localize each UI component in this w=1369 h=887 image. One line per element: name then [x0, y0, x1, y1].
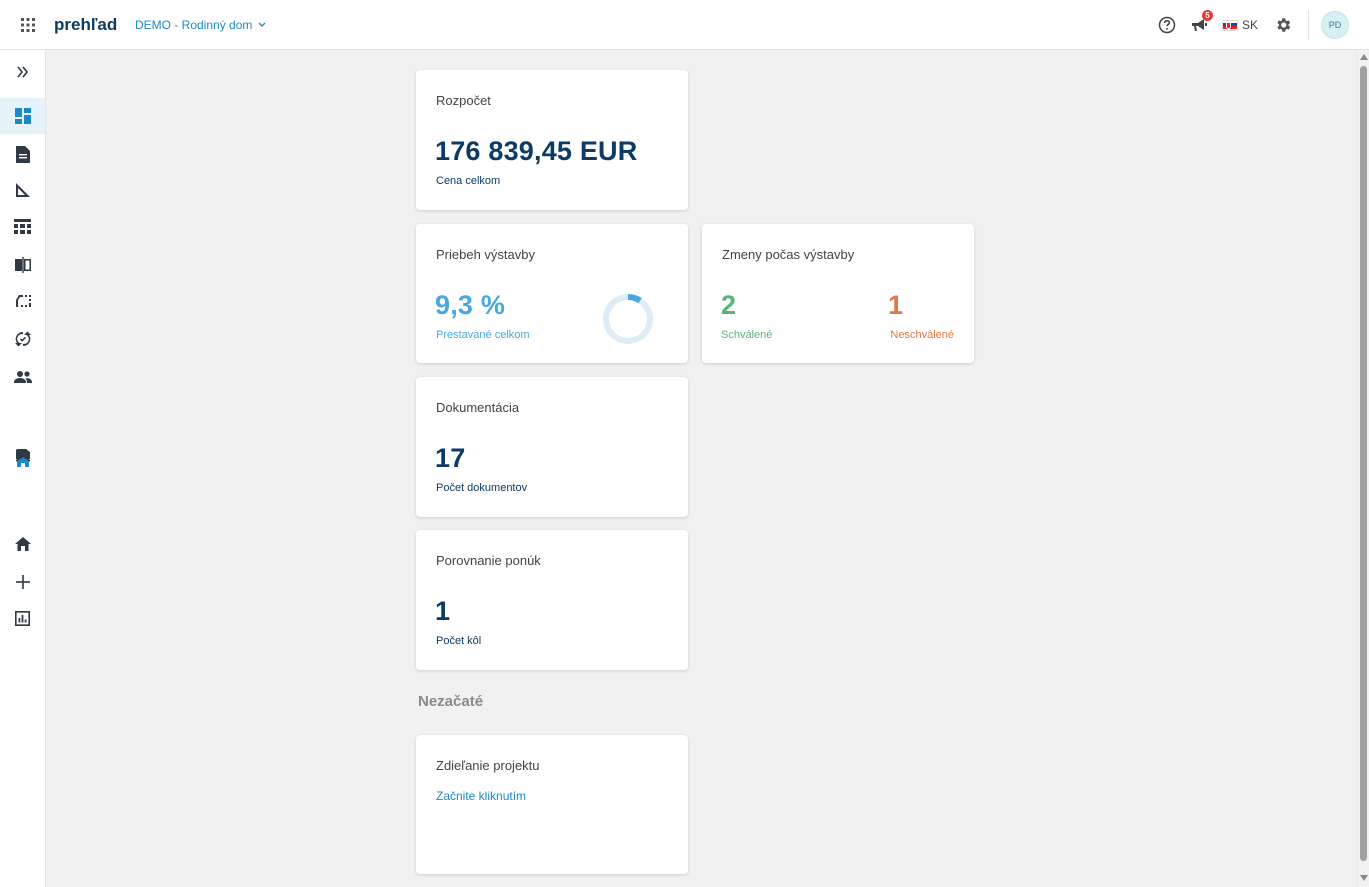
approved-changes-label: Schválené	[721, 329, 773, 341]
documents-count-label: Počet dokumentov	[436, 482, 528, 494]
budget-card[interactable]: Rozpočet 176 839,45 EUR Cena celkom	[416, 70, 688, 210]
building-icon	[15, 449, 30, 467]
changes-card-title: Zmeny počas výstavby	[722, 247, 855, 262]
gear-icon	[1277, 18, 1291, 32]
sidebar-item-dashboard[interactable]	[0, 98, 45, 134]
project-sharing-card[interactable]: Zdieľanie projektu Začnite kliknutím	[416, 735, 688, 874]
progress-value: 9,3 %	[435, 290, 506, 320]
progress-donut-chart	[603, 294, 653, 344]
progress-card-title: Priebeh výstavby	[436, 247, 535, 262]
budget-total-value: 176 839,45 EUR	[435, 136, 638, 166]
sync-icon	[14, 331, 31, 347]
chevrons-right-icon	[16, 66, 28, 78]
sidebar-item-home[interactable]	[0, 526, 45, 562]
progress-card[interactable]: Priebeh výstavby 9,3 % Prestavané celkom	[416, 224, 688, 363]
notification-badge: 5	[1201, 10, 1213, 21]
page-scrollbar[interactable]	[1356, 50, 1369, 887]
rejected-changes-label: Neschválené	[890, 329, 954, 341]
top-right-toolbar: 5 SK PD	[1156, 0, 1369, 50]
documents-count-value: 17	[435, 443, 466, 473]
project-selector[interactable]: DEMO - Rodinný dom	[135, 18, 266, 32]
sidebar-item-people[interactable]	[0, 359, 45, 395]
sidebar-item-compare[interactable]	[0, 247, 45, 283]
sidebar-expand-button[interactable]	[0, 54, 45, 90]
top-bar: prehľad DEMO - Rodinný dom 5 SK PD	[0, 0, 1369, 50]
language-code: SK	[1241, 18, 1258, 32]
brand-title: prehľad	[54, 15, 118, 34]
crop-icon	[15, 295, 31, 307]
documentation-card[interactable]: Dokumentácia 17 Počet dokumentov	[416, 377, 688, 517]
rounds-count-label: Počet kôl	[436, 635, 482, 647]
approved-changes-value: 2	[721, 290, 737, 320]
sidebar-item-add[interactable]	[0, 564, 45, 600]
sidebar-item-building[interactable]	[0, 440, 45, 476]
sidebar-item-reports[interactable]	[0, 600, 45, 636]
chevron-down-icon	[258, 22, 266, 27]
toolbar-divider	[1308, 10, 1309, 40]
project-name: DEMO - Rodinný dom	[135, 18, 253, 32]
budget-card-title: Rozpočet	[436, 93, 491, 108]
changes-card[interactable]: Zmeny počas výstavby 2 Schválené 1 Nesch…	[702, 224, 974, 363]
people-icon	[13, 371, 32, 383]
sidebar	[0, 50, 46, 887]
sidebar-item-measurements[interactable]	[0, 172, 45, 208]
report-icon	[15, 610, 30, 626]
sidebar-item-documents[interactable]	[0, 136, 45, 172]
documentation-card-title: Dokumentácia	[436, 400, 520, 415]
offers-comparison-card[interactable]: Porovnanie ponúk 1 Počet kôl	[416, 530, 688, 670]
triangle-ruler-icon	[15, 183, 30, 197]
scroll-thumb[interactable]	[1360, 66, 1367, 861]
sharing-card-title: Zdieľanie projektu	[436, 758, 540, 773]
document-icon	[15, 145, 30, 163]
language-selector[interactable]: SK	[1221, 18, 1258, 32]
sidebar-item-crop[interactable]	[0, 283, 45, 319]
sidebar-item-changes[interactable]	[0, 321, 45, 357]
table-icon	[14, 218, 31, 234]
not-started-section-title: Nezačaté	[418, 693, 484, 710]
help-button[interactable]	[1156, 14, 1178, 36]
scroll-down-arrow[interactable]	[1360, 875, 1368, 881]
offers-card-title: Porovnanie ponúk	[436, 553, 541, 568]
start-sharing-link[interactable]: Začnite kliknutím	[436, 789, 526, 803]
help-icon	[1158, 16, 1176, 34]
scroll-up-arrow[interactable]	[1360, 54, 1368, 60]
budget-total-label: Cena celkom	[436, 175, 501, 187]
progress-label: Prestavané celkom	[436, 329, 530, 341]
apps-grid-icon	[21, 18, 35, 32]
compare-icon	[14, 257, 31, 273]
notifications-button[interactable]: 5	[1188, 10, 1213, 36]
apps-grid-button[interactable]	[16, 13, 40, 37]
dashboard-icon	[14, 108, 31, 124]
sidebar-item-budget-table[interactable]	[0, 208, 45, 244]
settings-button[interactable]	[1272, 14, 1294, 36]
rounds-count-value: 1	[435, 596, 451, 626]
home-icon	[14, 537, 31, 551]
slovak-flag-icon	[1221, 19, 1238, 31]
rejected-changes-value: 1	[888, 290, 904, 320]
user-avatar[interactable]: PD	[1321, 11, 1349, 39]
donut-track	[603, 294, 653, 344]
plus-icon	[15, 575, 30, 589]
